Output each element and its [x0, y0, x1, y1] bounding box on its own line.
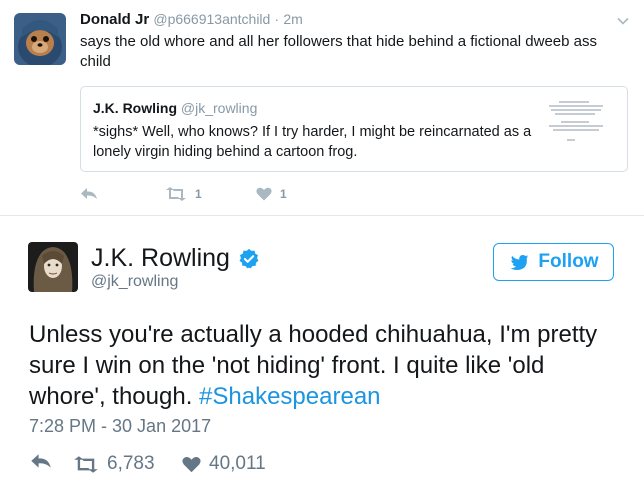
reply-author-avatar[interactable]	[14, 13, 66, 65]
reply-author-name[interactable]: Donald Jr	[80, 11, 149, 28]
main-retweet-count: 6,783	[107, 453, 155, 474]
main-author-handle[interactable]: @jk_rowling	[91, 273, 178, 291]
retweet-icon	[74, 455, 98, 473]
header-separator: ·	[274, 11, 280, 27]
main-like-count: 40,011	[209, 453, 266, 474]
reply-button[interactable]	[80, 187, 98, 201]
retweet-icon	[166, 187, 186, 201]
quoted-header: J.K. Rowling @jk_rowling	[93, 100, 257, 116]
main-author-name-row: J.K. Rowling	[91, 244, 260, 273]
main-reply-button[interactable]	[30, 453, 52, 470]
reply-like-button[interactable]: 1	[256, 187, 287, 201]
main-tweet: J.K. Rowling @jk_rowling Follow Unless y…	[0, 217, 644, 504]
reply-icon	[81, 188, 97, 199]
reply-like-count: 1	[280, 187, 287, 201]
main-retweet-button[interactable]: 6,783	[73, 453, 155, 475]
reply-tweet: Donald Jr @p666913antchild · 2m says the…	[0, 0, 644, 216]
heart-icon	[256, 187, 272, 201]
main-author-avatar[interactable]	[28, 242, 78, 292]
reply-timestamp[interactable]: 2m	[283, 11, 302, 27]
reply-retweet-count: 1	[195, 187, 202, 201]
main-author-name[interactable]: J.K. Rowling	[91, 244, 230, 273]
quoted-thumbnail	[547, 99, 605, 159]
twitter-bird-icon	[510, 254, 529, 270]
follow-button[interactable]: Follow	[493, 243, 614, 281]
reply-retweet-button[interactable]: 1	[165, 187, 202, 201]
main-tweet-text: Unless you're actually a hooded chihuahu…	[29, 319, 619, 412]
reply-header: Donald Jr @p666913antchild · 2m	[80, 11, 303, 28]
reply-text: says the old whore and all her followers…	[80, 33, 597, 70]
quoted-author-name: J.K. Rowling	[93, 100, 177, 116]
chevron-down-icon[interactable]	[616, 14, 630, 28]
main-like-button[interactable]: 40,011	[182, 453, 266, 475]
quoted-text: *sighs* Well, who knows? If I try harder…	[93, 124, 532, 160]
verified-badge-icon	[239, 248, 259, 268]
quoted-tweet[interactable]: J.K. Rowling @jk_rowling *sighs* Well, w…	[80, 86, 628, 172]
reply-icon	[31, 454, 51, 468]
heart-icon	[182, 456, 201, 472]
main-tweet-timestamp[interactable]: 7:28 PM - 30 Jan 2017	[29, 416, 211, 437]
hashtag-link[interactable]: #Shakespearean	[199, 383, 380, 410]
reply-author-handle[interactable]: @p666913antchild	[153, 11, 270, 27]
quoted-author-handle: @jk_rowling	[180, 100, 258, 116]
follow-button-label: Follow	[538, 251, 599, 272]
